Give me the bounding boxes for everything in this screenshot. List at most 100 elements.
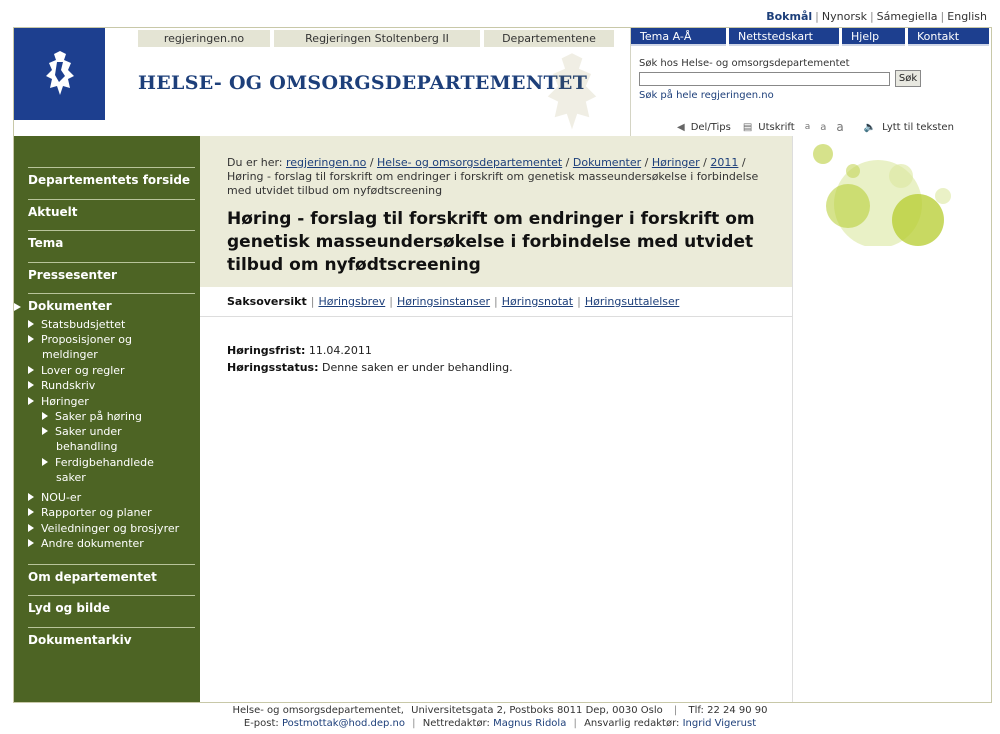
arrow-icon bbox=[42, 427, 48, 435]
nav-proposisjoner[interactable]: Proposisjoner og bbox=[28, 332, 132, 347]
footer-address: Universitetsgata 2, Postboks 8011 Dep, 0… bbox=[411, 705, 663, 716]
tab-regjeringen[interactable]: regjeringen.no bbox=[138, 30, 270, 47]
nav-ferdigbehandlede[interactable]: Ferdigbehandlede bbox=[42, 455, 154, 470]
nav-lyd-og-bilde[interactable]: Lyd og bilde bbox=[28, 595, 195, 615]
arrow-icon bbox=[28, 335, 34, 343]
breadcrumb: Du er her: regjeringen.no / Helse- og om… bbox=[227, 156, 759, 197]
nav-veiledninger[interactable]: Veiledninger og brosjyrer bbox=[28, 521, 179, 536]
nav-saker-under-behandling[interactable]: Saker under bbox=[42, 424, 122, 439]
page-frame: regjeringen.no Regjeringen Stoltenberg I… bbox=[13, 27, 992, 703]
lang-samegiella[interactable]: Sámegiella bbox=[877, 10, 938, 23]
nav-rapporter[interactable]: Rapporter og planer bbox=[28, 505, 152, 520]
arrow-icon bbox=[42, 458, 48, 466]
breadcrumb-dokumenter[interactable]: Dokumenter bbox=[573, 156, 641, 169]
breadcrumb-prefix: Du er her: bbox=[227, 156, 283, 169]
nav-horinger[interactable]: Høringer bbox=[28, 394, 89, 409]
footer-editor-label: Nettredaktør: bbox=[422, 718, 490, 729]
lang-nynorsk[interactable]: Nynorsk bbox=[822, 10, 867, 23]
nav-pressesenter[interactable]: Pressesenter bbox=[28, 262, 195, 282]
tab-tema-a-aa[interactable]: Tema A-Å bbox=[631, 28, 726, 46]
language-bar: Bokmål | Nynorsk | Sámegiella | English bbox=[766, 10, 987, 23]
page-tools: ◀ Del/Tips ▤ Utskrift a a a 🔈 Lytt til t… bbox=[677, 120, 954, 134]
footer-editor-link[interactable]: Magnus Ridola bbox=[493, 718, 566, 729]
arrow-icon bbox=[28, 397, 34, 405]
breadcrumb-2011[interactable]: 2011 bbox=[710, 156, 738, 169]
footer-responsible-label: Ansvarlig redaktør: bbox=[584, 718, 680, 729]
print-link[interactable]: Utskrift bbox=[758, 122, 794, 133]
tab-horingsbrev[interactable]: Høringsbrev bbox=[318, 295, 385, 308]
tab-horingsuttalelser[interactable]: Høringsuttalelser bbox=[585, 295, 680, 308]
footer-responsible-link[interactable]: Ingrid Vigerust bbox=[683, 718, 757, 729]
nav-ferdigbehandlede-cont[interactable]: saker bbox=[56, 470, 86, 485]
nav-proposisjoner-cont[interactable]: meldinger bbox=[42, 347, 98, 362]
top-tabs: regjeringen.no Regjeringen Stoltenberg I… bbox=[138, 30, 614, 47]
footer-line-2: E-post: Postmottak@hod.dep.no | Nettreda… bbox=[243, 718, 757, 729]
arrow-icon bbox=[42, 412, 48, 420]
horingsfrist: Høringsfrist: 11.04.2011 bbox=[227, 344, 372, 357]
arrow-icon bbox=[28, 539, 34, 547]
breadcrumb-current: Høring - forslag til forskrift om endrin… bbox=[227, 170, 759, 197]
right-column bbox=[792, 136, 991, 702]
divider bbox=[200, 316, 792, 317]
share-link[interactable]: Del/Tips bbox=[691, 122, 731, 133]
nav-lover[interactable]: Lover og regler bbox=[28, 363, 125, 378]
breadcrumb-department[interactable]: Helse- og omsorgsdepartementet bbox=[377, 156, 562, 169]
search-label: Søk hos Helse- og omsorgsdepartementet bbox=[639, 58, 850, 69]
tab-horingsnotat[interactable]: Høringsnotat bbox=[502, 295, 573, 308]
nav-tema[interactable]: Tema bbox=[28, 230, 195, 250]
tab-departementene[interactable]: Departementene bbox=[484, 30, 614, 47]
horingsfrist-value: 11.04.2011 bbox=[308, 344, 372, 357]
listen-link[interactable]: Lytt til teksten bbox=[882, 122, 954, 133]
horingsstatus-label: Høringsstatus: bbox=[227, 361, 319, 374]
header: regjeringen.no Regjeringen Stoltenberg I… bbox=[14, 28, 991, 136]
footer-phone: Tlf: 22 24 90 90 bbox=[688, 705, 768, 716]
nav-rundskriv[interactable]: Rundskriv bbox=[28, 378, 95, 393]
nav-andre-dokumenter[interactable]: Andre dokumenter bbox=[28, 536, 144, 551]
nav-departementets-forside[interactable]: Departementets forside bbox=[28, 167, 195, 187]
tab-regjeringen-stoltenberg[interactable]: Regjeringen Stoltenberg II bbox=[274, 30, 480, 47]
arrow-icon bbox=[28, 381, 34, 389]
search-button[interactable]: Søk bbox=[895, 70, 921, 87]
tab-horingsinstanser[interactable]: Høringsinstanser bbox=[397, 295, 490, 308]
horingsstatus: Høringsstatus: Denne saken er under beha… bbox=[227, 361, 513, 374]
lang-bokmal[interactable]: Bokmål bbox=[766, 10, 812, 23]
coat-of-arms-logo[interactable] bbox=[14, 28, 105, 120]
nav-saker-under-behandling-cont[interactable]: behandling bbox=[56, 439, 117, 454]
horingsstatus-value: Denne saken er under behandling. bbox=[321, 361, 513, 374]
nav-dokumenter-label: Dokumenter bbox=[28, 299, 112, 313]
case-tabs: Saksoversikt | Høringsbrev | Høringsinstanse… bbox=[227, 295, 680, 308]
tab-nettstedskart[interactable]: Nettstedskart bbox=[729, 28, 839, 46]
nav-statsbudsjettet[interactable]: Statsbudsjettet bbox=[28, 317, 125, 332]
site-title[interactable]: HELSE- OG OMSORGSDEPARTEMENTET bbox=[138, 72, 587, 94]
lang-english[interactable]: English bbox=[947, 10, 987, 23]
horingsfrist-label: Høringsfrist: bbox=[227, 344, 306, 357]
footer-email-link[interactable]: Postmottak@hod.dep.no bbox=[282, 718, 405, 729]
speaker-icon: 🔈 bbox=[863, 121, 877, 133]
lion-watermark-icon bbox=[547, 53, 597, 130]
decorative-circles-graphic bbox=[813, 144, 951, 248]
font-size-small[interactable]: a bbox=[805, 122, 811, 132]
footer-email-label: E-post: bbox=[243, 718, 279, 729]
nav-aktuelt[interactable]: Aktuelt bbox=[28, 199, 195, 219]
arrow-icon bbox=[28, 320, 34, 328]
utility-tabs: Tema A-Å Nettstedskart Hjelp Kontakt bbox=[631, 28, 989, 46]
footer: Helse- og omsorgsdepartementet, Universi… bbox=[0, 704, 1000, 730]
nav-nou-er[interactable]: NOU-er bbox=[28, 490, 81, 505]
tab-hjelp[interactable]: Hjelp bbox=[842, 28, 905, 46]
search-all-link[interactable]: Søk på hele regjeringen.no bbox=[639, 90, 774, 101]
arrow-icon bbox=[28, 508, 34, 516]
nav-dokumentarkiv[interactable]: Dokumentarkiv bbox=[28, 627, 195, 647]
breadcrumb-horinger[interactable]: Høringer bbox=[652, 156, 700, 169]
nav-om-departementet[interactable]: Om departementet bbox=[28, 564, 195, 584]
nav-dokumenter[interactable]: Dokumenter bbox=[14, 293, 195, 313]
footer-department: Helse- og omsorgsdepartementet, bbox=[232, 705, 404, 716]
arrow-icon bbox=[28, 524, 34, 532]
font-size-large[interactable]: a bbox=[836, 120, 843, 134]
font-size-medium[interactable]: a bbox=[820, 122, 826, 133]
tab-kontakt[interactable]: Kontakt bbox=[908, 28, 989, 46]
left-navigation: Departementets forside Aktuelt Tema Pres… bbox=[14, 136, 200, 702]
breadcrumb-regjeringen[interactable]: regjeringen.no bbox=[286, 156, 366, 169]
nav-saker-pa-horing[interactable]: Saker på høring bbox=[42, 409, 142, 424]
search-input[interactable] bbox=[639, 72, 890, 86]
print-icon: ▤ bbox=[742, 121, 753, 133]
